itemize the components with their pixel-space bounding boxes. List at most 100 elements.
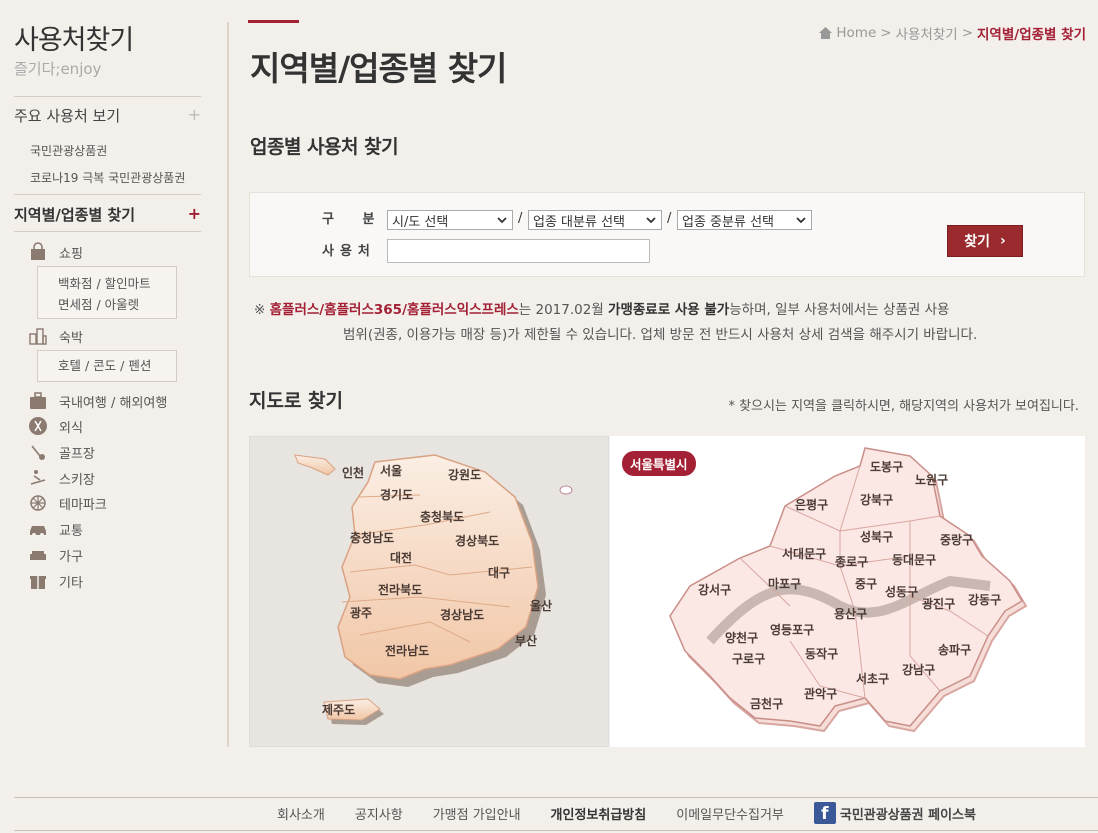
district-label[interactable]: 금천구 xyxy=(750,696,783,711)
province-label[interactable]: 대구 xyxy=(488,566,510,580)
category-ski-label: 스키장 xyxy=(59,472,95,488)
district-label[interactable]: 성동구 xyxy=(885,585,918,599)
district-label[interactable]: 노원구 xyxy=(915,473,948,487)
minor-category-select[interactable]: 업종 중분류 선택 xyxy=(677,210,812,230)
province-label[interactable]: 경상남도 xyxy=(440,607,484,622)
district-label[interactable]: 은평구 xyxy=(795,498,828,512)
subcategory-hotel[interactable]: 호텔 / 콘도 / 펜션 xyxy=(58,355,176,376)
city-select[interactable]: 시/도 선택 xyxy=(387,210,513,230)
sofa-icon xyxy=(30,551,46,560)
sidebar-link-gift-card[interactable]: 국민관광상품권 xyxy=(30,142,107,159)
province-label[interactable]: 충청남도 xyxy=(350,530,394,545)
footer-link-email-policy[interactable]: 이메일무단수집거부 xyxy=(676,804,784,823)
user-name-input[interactable] xyxy=(387,239,650,263)
gift-icon xyxy=(30,576,46,589)
district-label[interactable]: 강동구 xyxy=(968,593,1001,607)
footer-link-facebook[interactable]: f 국민관광상품권 페이스북 xyxy=(813,802,976,824)
label-user: 사용처 xyxy=(322,244,376,259)
footer-link-merchant[interactable]: 가맹점 가입안내 xyxy=(433,804,521,823)
sidebar-section-main[interactable]: 주요 사용처 보기 + xyxy=(14,105,201,126)
district-label[interactable]: 구로구 xyxy=(732,652,765,666)
search-panel: 구 분 사용처 시/도 선택 / 업종 대분류 선택 / 업종 중분류 선택 찾… xyxy=(249,192,1085,277)
district-label[interactable]: 영등포구 xyxy=(770,622,814,637)
category-travel[interactable]: 국내여행 / 해외여행 xyxy=(28,391,167,411)
district-label[interactable]: 서대문구 xyxy=(782,546,826,561)
category-dining[interactable]: 외식 xyxy=(28,416,83,436)
notice-mark: ※ xyxy=(254,302,266,318)
section-heading-map: 지도로 찾기 xyxy=(249,390,344,412)
ski-icon xyxy=(30,470,46,485)
district-label[interactable]: 강서구 xyxy=(698,582,731,597)
province-label[interactable]: 강원도 xyxy=(448,468,481,482)
building-icon xyxy=(29,328,47,345)
sidebar-link-covid-gift-card[interactable]: 코로나19 극복 국민관광상품권 xyxy=(30,169,185,186)
category-lodging[interactable]: 숙박 xyxy=(28,326,83,346)
district-label[interactable]: 광진구 xyxy=(922,596,955,611)
province-label[interactable]: 경기도 xyxy=(380,487,413,502)
category-ski[interactable]: 스키장 xyxy=(28,468,95,488)
province-label[interactable]: 광주 xyxy=(350,605,372,620)
chevron-down-icon xyxy=(796,217,806,224)
category-golf[interactable]: 골프장 xyxy=(28,442,95,462)
category-themepark-label: 테마파크 xyxy=(59,497,107,513)
category-lodging-label: 숙박 xyxy=(59,330,83,346)
district-label[interactable]: 용산구 xyxy=(834,606,867,621)
district-label[interactable]: 서초구 xyxy=(856,671,889,686)
province-label[interactable]: 제주도 xyxy=(322,703,355,717)
ferris-wheel-icon xyxy=(30,495,46,511)
category-etc[interactable]: 기타 xyxy=(28,571,83,591)
subcategory-department-store[interactable]: 백화점 / 할인마트 xyxy=(58,273,176,294)
district-label[interactable]: 강남구 xyxy=(902,662,935,677)
province-label[interactable]: 전라남도 xyxy=(385,643,429,658)
find-button-label: 찾기 xyxy=(964,234,990,250)
province-label[interactable]: 부산 xyxy=(515,633,537,648)
district-label[interactable]: 도봉구 xyxy=(870,460,903,474)
district-label[interactable]: 성북구 xyxy=(860,530,893,544)
district-label[interactable]: 관악구 xyxy=(804,686,837,701)
footer-link-company[interactable]: 회사소개 xyxy=(277,804,325,823)
province-label[interactable]: 서울 xyxy=(380,463,402,478)
district-label[interactable]: 송파구 xyxy=(938,642,971,657)
subcategory-duty-free[interactable]: 면세점 / 아울렛 xyxy=(58,294,176,315)
notice-line-2: 범위(권종, 이용가능 매장 등)가 제한될 수 있습니다. 업체 방문 전 반… xyxy=(343,327,978,343)
category-travel-label: 국내여행 / 해외여행 xyxy=(59,395,168,411)
province-label[interactable]: 대전 xyxy=(390,550,412,565)
category-themepark[interactable]: 테마파크 xyxy=(28,493,107,513)
district-label[interactable]: 동대문구 xyxy=(892,553,936,567)
seoul-map[interactable]: 서울특별시 도봉구 노원구 은평구 강북구 성북구 중랑구 서대문구 종로구 동대문구 마포구 중구… xyxy=(610,436,1085,747)
district-label[interactable]: 중랑구 xyxy=(940,533,973,547)
category-furniture[interactable]: 가구 xyxy=(28,545,83,565)
footer-link-notice[interactable]: 공지사항 xyxy=(355,804,403,823)
region-dokdo xyxy=(559,485,573,495)
category-shopping[interactable]: 쇼핑 xyxy=(28,242,83,262)
breadcrumb: Home > 사용처찾기 > 지역별/업종별 찾기 xyxy=(819,23,1086,43)
major-category-select[interactable]: 업종 대분류 선택 xyxy=(528,210,662,230)
title-accent-bar xyxy=(248,20,299,23)
car-icon xyxy=(30,526,46,537)
breadcrumb-separator: > xyxy=(961,25,973,41)
province-label[interactable]: 인천 xyxy=(342,465,364,480)
province-label[interactable]: 전라북도 xyxy=(378,582,422,597)
facebook-label: 국민관광상품권 페이스북 xyxy=(839,807,976,823)
category-golf-label: 골프장 xyxy=(59,446,95,462)
district-label[interactable]: 종로구 xyxy=(835,555,868,569)
breadcrumb-home[interactable]: Home xyxy=(836,25,876,41)
notice-text-2: 능하며, 일부 사용처에서는 상품권 사용 xyxy=(729,302,950,318)
category-shopping-label: 쇼핑 xyxy=(59,246,83,262)
category-transport[interactable]: 교통 xyxy=(28,519,83,539)
breadcrumb-parent[interactable]: 사용처찾기 xyxy=(896,23,958,43)
district-label[interactable]: 동작구 xyxy=(805,646,838,661)
province-label[interactable]: 울산 xyxy=(530,598,552,613)
chevron-down-icon xyxy=(646,217,656,224)
korea-map[interactable]: 인천 서울 강원도경기도충청북도충청남도 경상북도대전대구전라북도울산 광주 경상남도부산… xyxy=(249,436,609,747)
district-label[interactable]: 중구 xyxy=(855,577,877,591)
province-label[interactable]: 충청북도 xyxy=(420,509,464,524)
sidebar-section-active[interactable]: 지역별/업종별 찾기 + xyxy=(14,204,201,225)
district-label[interactable]: 강북구 xyxy=(860,493,893,507)
district-label[interactable]: 마포구 xyxy=(768,576,801,591)
district-label[interactable]: 양천구 xyxy=(725,630,758,645)
footer-link-privacy[interactable]: 개인정보취급방침 xyxy=(551,804,647,823)
divider xyxy=(14,96,201,97)
find-button[interactable]: 찾기 › xyxy=(947,225,1023,257)
province-label[interactable]: 경상북도 xyxy=(455,533,499,548)
